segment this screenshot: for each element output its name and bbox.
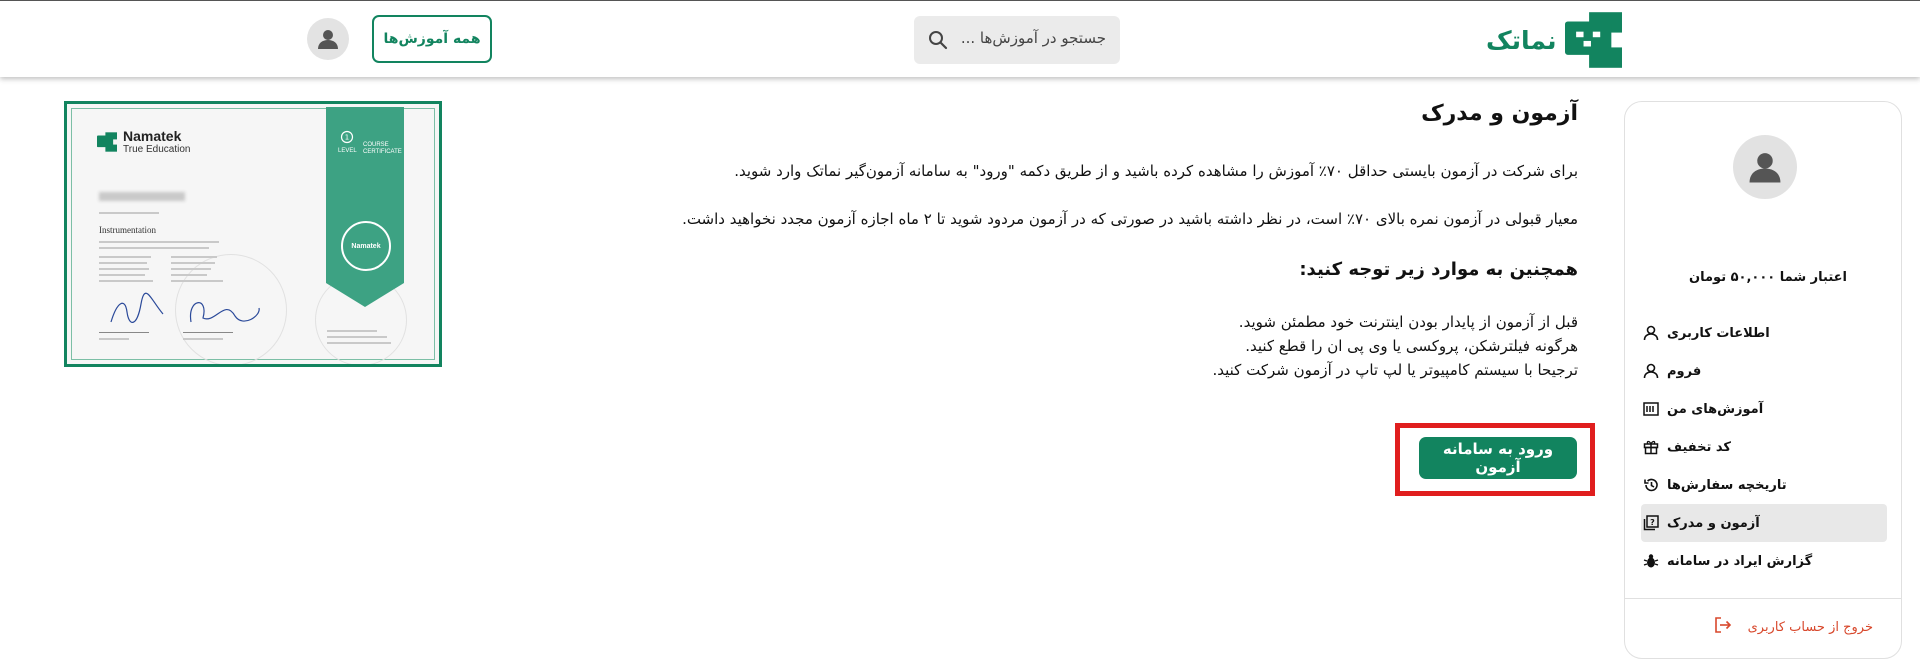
svg-text:?: ? <box>1650 518 1655 527</box>
sidebar-item-orders-history[interactable]: تاریخچه سفارش‌ها <box>1641 466 1887 504</box>
certificate-seal-text: Namatek <box>351 242 381 250</box>
user-icon <box>1641 361 1661 381</box>
credit-balance: اعتبار شما ۵۰,۰۰۰ تومان <box>1689 270 1847 285</box>
certificate-level-badge: 1 LEVEL <box>338 130 357 154</box>
logo-text: نماتک <box>1486 25 1557 55</box>
sidebar-avatar[interactable] <box>1733 135 1797 199</box>
page-title: آزمون و مدرک <box>1421 101 1578 126</box>
certificate-badge-text: COURSE CERTIFICATE <box>363 142 402 156</box>
certificate-course-title: Instrumentation <box>99 225 156 235</box>
bug-icon <box>1641 551 1661 571</box>
certificate-text-line <box>99 212 159 214</box>
certificate-recipient-blurred <box>99 192 185 201</box>
certificate-text-line <box>171 280 223 282</box>
account-sidebar: اعتبار شما ۵۰,۰۰۰ تومان اطلاعات کاربری ف… <box>1624 101 1902 659</box>
certificate-text-line <box>183 338 223 340</box>
courses-icon <box>1641 399 1661 419</box>
sidebar-item-label: فروم <box>1667 363 1702 379</box>
sidebar-item-label: گزارش ایراد در سامانه <box>1667 553 1813 569</box>
certificate-text-line <box>327 330 377 332</box>
certificate-level-label: LEVEL <box>338 148 357 154</box>
user-icon <box>1641 323 1661 343</box>
sidebar-item-label: آزمون و مدرک <box>1667 515 1760 531</box>
notes-title: همچنین به موارد زیر توجه کنید: <box>1299 259 1578 280</box>
gift-icon <box>1641 437 1661 457</box>
logout-icon <box>1714 616 1732 638</box>
certificate-seal: Namatek <box>341 221 391 271</box>
list-item: هرگونه فیلترشکن، پروکسی یا وی پی ان را ق… <box>1245 337 1578 355</box>
exam-icon: ? <box>1641 513 1661 533</box>
user-avatar-icon <box>1749 153 1781 183</box>
history-icon <box>1641 475 1661 495</box>
certificate-brand-name: Namatek <box>123 128 182 144</box>
passing-criteria-paragraph: معیار قبولی در آزمون نمره بالای ۷۰٪ است،… <box>682 210 1578 228</box>
certificate-text-line <box>99 247 209 249</box>
logo-icon <box>1564 12 1622 68</box>
sidebar-item-bug-report[interactable]: گزارش ایراد در سامانه <box>1641 542 1887 580</box>
certificate-text-line <box>99 241 219 243</box>
sidebar-item-profile[interactable]: اطلاعات کاربری <box>1641 314 1887 352</box>
certificate-text-line <box>171 256 217 258</box>
search-icon[interactable] <box>928 30 948 54</box>
search-input[interactable]: جستجو در آموزش‌ها ... <box>961 29 1106 47</box>
top-header: نماتک جستجو در آموزش‌ها ... همه آموزش‌ها <box>0 0 1920 77</box>
certificate-text-line <box>171 274 207 276</box>
medal-icon: 1 <box>341 130 354 144</box>
sidebar-item-discount[interactable]: کد تخفیف <box>1641 428 1887 466</box>
sidebar-item-label: کد تخفیف <box>1667 439 1731 455</box>
certificate-text-line <box>99 274 145 276</box>
search-box[interactable]: جستجو در آموزش‌ها ... <box>914 16 1120 64</box>
logo-icon <box>97 132 117 152</box>
logout-label: خروج از حساب کاربری <box>1747 619 1873 635</box>
certificate-text-line <box>99 338 129 340</box>
sidebar-item-exam-certificate[interactable]: ? آزمون و مدرک <box>1641 504 1887 542</box>
user-avatar-icon <box>318 30 338 49</box>
all-courses-button[interactable]: همه آموزش‌ها <box>372 15 492 63</box>
site-logo[interactable]: نماتک <box>1486 10 1622 70</box>
certificate-text-line <box>171 268 211 270</box>
sidebar-item-label: اطلاعات کاربری <box>1667 325 1770 341</box>
certificate-text-line <box>99 256 151 258</box>
certificate-text-line <box>99 280 153 282</box>
profile-avatar[interactable] <box>307 18 349 60</box>
sidebar-menu: اطلاعات کاربری فروم آموزش‌های من کد تخفی… <box>1641 314 1887 580</box>
sidebar-item-forum[interactable]: فروم <box>1641 352 1887 390</box>
exam-rule-paragraph: برای شرکت در آزمون بایستی حداقل ۷۰٪ آموز… <box>734 162 1578 180</box>
certificate-badge-line: CERTIFICATE <box>363 149 402 156</box>
certificate-text-line <box>171 262 215 264</box>
signature-line <box>99 332 149 333</box>
enter-exam-system-button[interactable]: ورود به سامانه آزمون <box>1419 437 1577 479</box>
sidebar-item-label: آموزش‌های من <box>1667 401 1764 417</box>
signature-icon <box>110 292 164 323</box>
svg-text:1: 1 <box>345 134 349 142</box>
certificate-brand: Namatek True Education <box>97 128 191 156</box>
certificate-preview: Namatek True Education Instrumentation 1… <box>64 101 442 367</box>
notes-list: قبل از آزمون از پایدار بودن اینترنت خود … <box>1212 310 1578 382</box>
certificate-text-line <box>99 262 147 264</box>
sidebar-item-label: تاریخچه سفارش‌ها <box>1667 477 1787 493</box>
certificate-text-line <box>327 342 391 344</box>
certificate-text-line <box>327 336 387 338</box>
signature-line <box>183 332 233 333</box>
certificate-badge-line: COURSE <box>363 142 389 148</box>
sidebar-item-my-courses[interactable]: آموزش‌های من <box>1641 390 1887 428</box>
signature-icon <box>189 302 260 323</box>
logout-link[interactable]: خروج از حساب کاربری <box>1714 616 1873 638</box>
certificate-brand-tagline: True Education <box>123 144 191 156</box>
certificate-text-line <box>99 268 149 270</box>
sidebar-divider <box>1625 598 1901 599</box>
list-item: قبل از آزمون از پایدار بودن اینترنت خود … <box>1238 313 1578 331</box>
list-item: ترجیحا با سیستم کامپیوتر یا لپ تاپ در آز… <box>1212 361 1578 379</box>
